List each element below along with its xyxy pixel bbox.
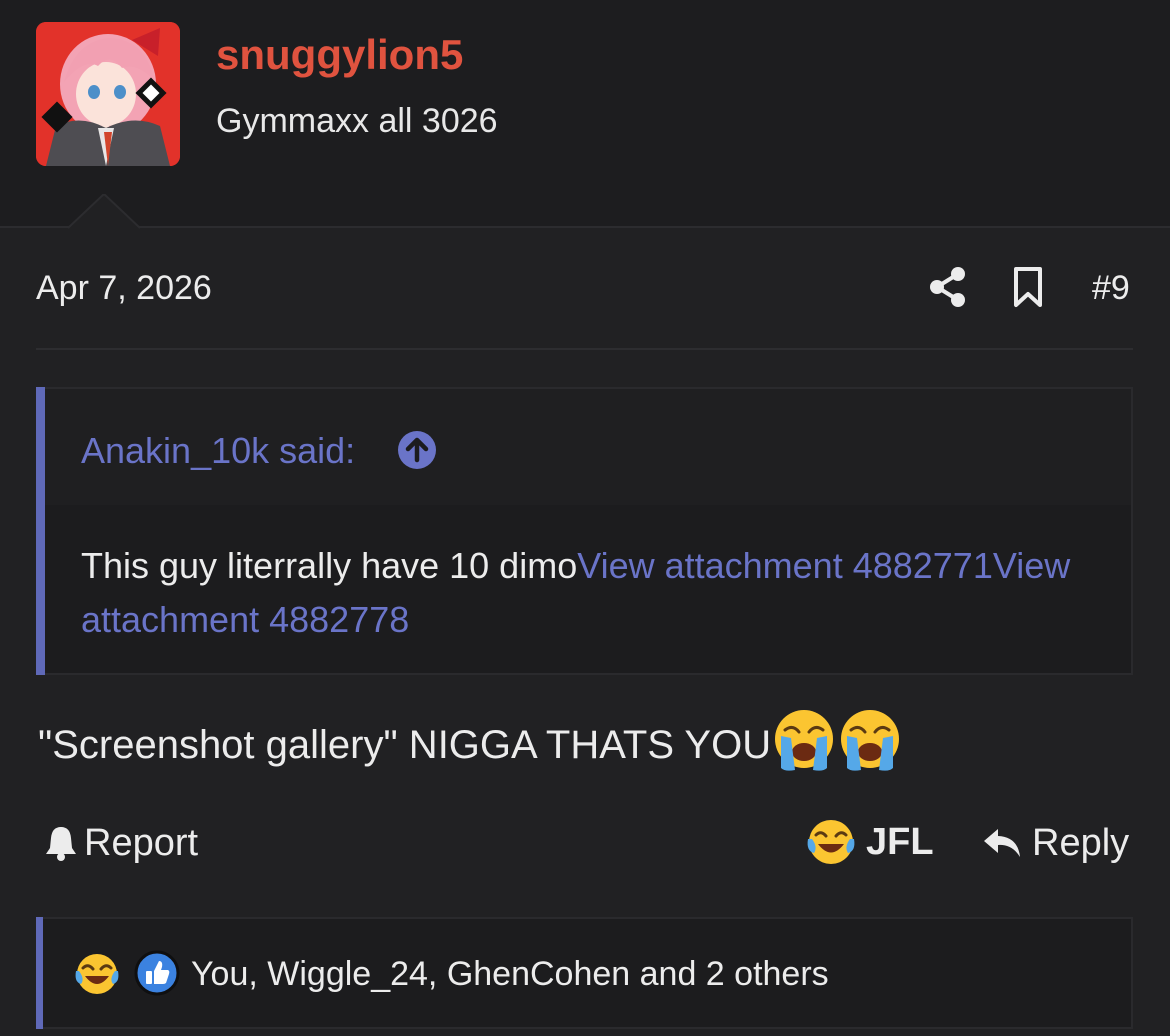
report-label: Report [84, 821, 199, 864]
bookmark-icon[interactable] [1010, 266, 1046, 308]
reply-button[interactable]: Reply [982, 818, 1129, 868]
tears-of-joy-icon [807, 820, 855, 864]
message-text: "Screenshot gallery" NIGGA THATS YOU [38, 723, 772, 767]
forum-post: snuggylion5 Gymmaxx all 3026 Apr 7, 2026… [0, 0, 1170, 1036]
reply-label: Reply [1032, 821, 1130, 864]
tears-of-joy-icon[interactable] [74, 951, 120, 997]
quote-accent-bar [36, 387, 45, 675]
loudly-crying-face-icon [775, 710, 834, 771]
thumbs-up-icon[interactable] [134, 950, 180, 996]
post-message: "Screenshot gallery" NIGGA THATS YOU [38, 708, 1128, 774]
jfl-reaction-button[interactable]: JFL [806, 814, 934, 870]
reactions-accent-bar [36, 917, 43, 1029]
loudly-crying-face-icon [841, 710, 900, 771]
bell-icon [46, 827, 76, 861]
attachment-link[interactable]: View attachment 4882771 [577, 545, 993, 586]
arrow-up-circle-icon[interactable] [397, 430, 437, 470]
post-date[interactable]: Apr 7, 2026 [36, 266, 212, 310]
user-title: Gymmaxx all 3026 [216, 102, 498, 140]
quote-author-link[interactable]: Anakin_10k said: [81, 429, 355, 473]
quote-text: This guy literrally have 10 dimo [81, 545, 578, 586]
post-user-header: snuggylion5 Gymmaxx all 3026 [0, 0, 1170, 229]
reply-arrow-icon [984, 829, 1020, 857]
quote-block: Anakin_10k said: This guy literrally hav… [36, 387, 1133, 675]
header-pointer [68, 194, 140, 229]
reactions-bar: You, Wiggle_24, GhenCohen and 2 others [36, 917, 1133, 1029]
post-number-link[interactable]: #9 [1092, 266, 1130, 310]
jfl-label: JFL [866, 820, 934, 863]
report-button[interactable]: Report [44, 818, 198, 868]
avatar[interactable] [36, 22, 180, 166]
quote-body: This guy literrally have 10 dimoView att… [81, 539, 1081, 647]
divider [36, 348, 1133, 350]
share-icon[interactable] [928, 266, 968, 308]
reactions-summary[interactable]: You, Wiggle_24, GhenCohen and 2 others [191, 951, 829, 997]
username[interactable]: snuggylion5 [216, 30, 463, 80]
